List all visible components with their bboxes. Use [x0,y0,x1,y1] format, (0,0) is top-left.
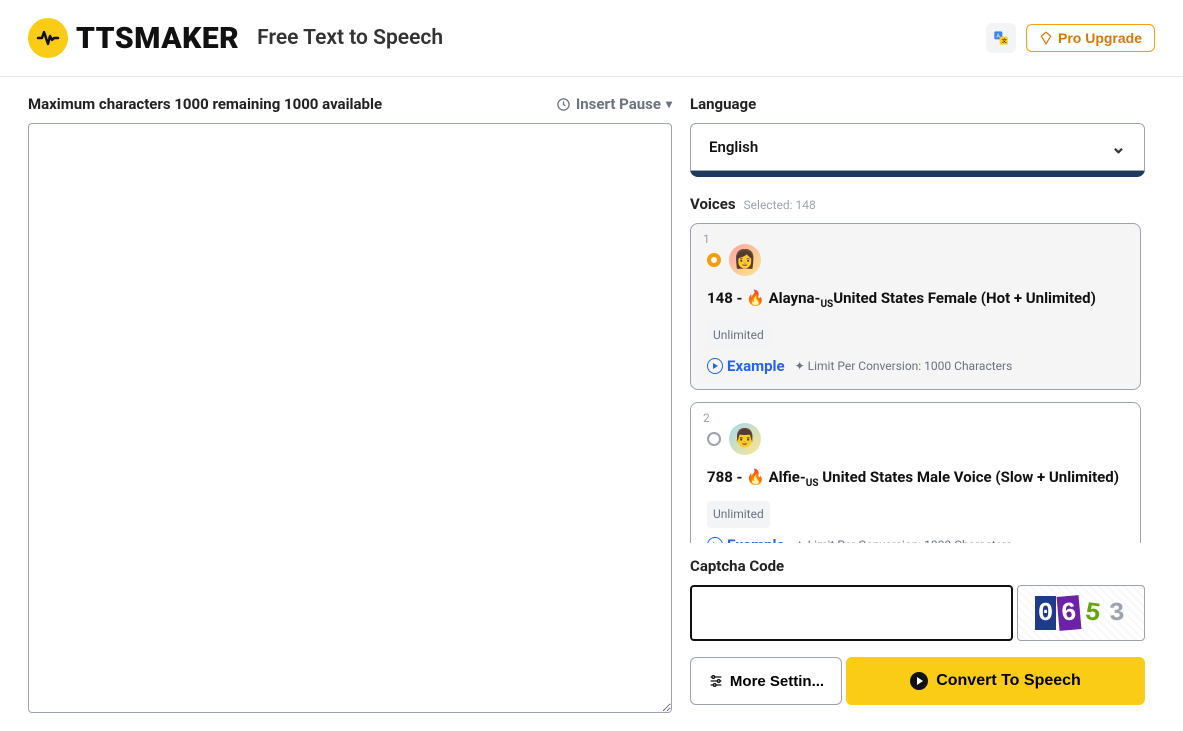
header: TTSMAKER Free Text to Speech A文 Pro Upgr… [0,0,1183,77]
pro-upgrade-button[interactable]: Pro Upgrade [1026,24,1155,52]
right-column: Language English ⌄ Voices Selected: 148 … [690,95,1145,713]
logo-text: TTSMAKER [76,21,239,56]
logo-mark-icon [28,18,68,58]
voice-radio[interactable] [707,432,721,446]
limit-text: ✦ Limit Per Conversion: 1000 Characters [795,359,1013,373]
language-select[interactable]: English ⌄ [690,123,1145,171]
voice-number: 1 [703,232,710,246]
captcha-digit: 0 [1035,596,1057,630]
char-counter-label: Maximum characters 1000 remaining 1000 a… [28,95,382,113]
language-label: Language [690,95,1145,113]
left-column: Maximum characters 1000 remaining 1000 a… [28,95,672,713]
voices-selected-label: Selected: 148 [744,198,816,212]
unlimited-badge: Unlimited [707,322,770,349]
play-icon [910,672,928,690]
captcha-label: Captcha Code [690,557,1145,575]
main: Maximum characters 1000 remaining 1000 a… [0,77,1183,731]
play-icon [707,537,723,543]
convert-button[interactable]: Convert To Speech [846,657,1145,705]
more-settings-button[interactable]: More Settin... [690,657,842,705]
pro-upgrade-label: Pro Upgrade [1058,30,1142,46]
voices-label: Voices [690,195,736,213]
voice-card[interactable]: 2 👨 788 - 🔥 Alfie-US United States Male Vo… [690,402,1141,543]
language-value: English [709,138,758,156]
header-left: TTSMAKER Free Text to Speech [28,18,443,58]
tagline: Free Text to Speech [257,26,443,50]
text-input[interactable] [28,123,672,713]
chevron-down-icon: ⌄ [1111,137,1126,158]
voice-card[interactable]: 1 👩 148 - 🔥 Alayna-USUnited States Female … [690,223,1141,390]
captcha-digit: 3 [1105,595,1128,630]
voice-radio[interactable] [707,253,721,267]
play-icon [707,358,723,374]
limit-text: ✦ Limit Per Conversion: 1000 Characters [795,538,1013,543]
captcha-digit: 5 [1080,595,1106,632]
captcha-image[interactable]: 0 6 5 3 [1017,585,1145,641]
clock-icon [556,97,571,112]
diamond-icon [1039,31,1053,45]
voice-avatar-icon: 👨 [729,423,761,455]
chevron-down-icon: ▾ [666,97,672,111]
voice-avatar-icon: 👩 [729,244,761,276]
voices-list[interactable]: 1 👩 148 - 🔥 Alayna-USUnited States Female … [690,223,1145,543]
captcha-digit: 6 [1057,595,1081,631]
voice-number: 2 [703,411,710,425]
logo[interactable]: TTSMAKER [28,18,239,58]
unlimited-badge: Unlimited [707,501,770,528]
translate-icon-button[interactable]: A文 [986,23,1016,53]
header-right: A文 Pro Upgrade [986,23,1155,53]
insert-pause-button[interactable]: Insert Pause ▾ [556,95,672,113]
svg-text:A: A [996,33,1000,39]
example-link[interactable]: Example [707,536,785,543]
voice-name: 788 - 🔥 Alfie-US United States Male Voic… [707,463,1119,493]
sliders-icon [708,673,724,689]
translate-icon: A文 [993,30,1009,46]
captcha-input[interactable] [690,585,1013,641]
example-link[interactable]: Example [707,357,785,375]
voice-name: 148 - 🔥 Alayna-USUnited States Female (H… [707,284,1096,314]
